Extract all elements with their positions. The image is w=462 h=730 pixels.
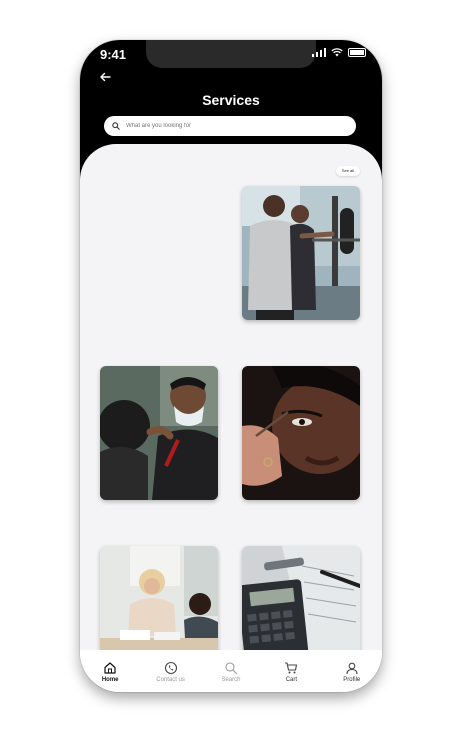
signal-icon — [311, 48, 326, 57]
search-icon — [112, 122, 120, 130]
personal-trainer-image — [242, 186, 360, 320]
tab-cart[interactable]: Cart — [263, 661, 319, 683]
cart-icon — [285, 662, 298, 674]
back-arrow-icon[interactable] — [98, 70, 112, 84]
wifi-icon — [331, 48, 343, 57]
tab-label-contact-us: Contact us — [156, 677, 185, 683]
tab-label-search: Search — [221, 677, 241, 683]
tab-label-home: Home — [101, 677, 119, 683]
search-bar[interactable] — [104, 116, 356, 136]
makeup-image — [242, 366, 360, 500]
barber-image — [100, 366, 218, 500]
phone-frame: 9:41 Services See all — [80, 40, 382, 692]
profile-icon — [346, 662, 358, 675]
status-time: 9:41 — [100, 47, 127, 62]
service-card-barber[interactable] — [100, 366, 218, 500]
see-all-button[interactable]: See all — [336, 166, 360, 176]
tab-label-cart: Cart — [285, 677, 298, 683]
home-icon — [104, 662, 116, 674]
battery-icon — [348, 48, 366, 57]
tab-contact-us[interactable]: Contact us — [143, 661, 199, 683]
search-icon — [225, 662, 238, 675]
tab-label-profile: Profile — [343, 677, 361, 683]
search-input[interactable] — [126, 123, 346, 129]
tab-home[interactable]: Home — [82, 661, 138, 683]
page-title: Services — [202, 92, 260, 108]
status-icons — [311, 48, 366, 57]
tab-search[interactable]: Search — [203, 661, 259, 683]
service-card-makeup[interactable] — [242, 366, 360, 500]
notch — [146, 40, 316, 68]
bottom-tab-bar: Home Contact us Search Cart Profile — [80, 650, 382, 692]
tab-profile[interactable]: Profile — [324, 661, 380, 683]
phone-icon — [164, 661, 177, 675]
service-card-personal-trainer[interactable] — [242, 186, 360, 320]
